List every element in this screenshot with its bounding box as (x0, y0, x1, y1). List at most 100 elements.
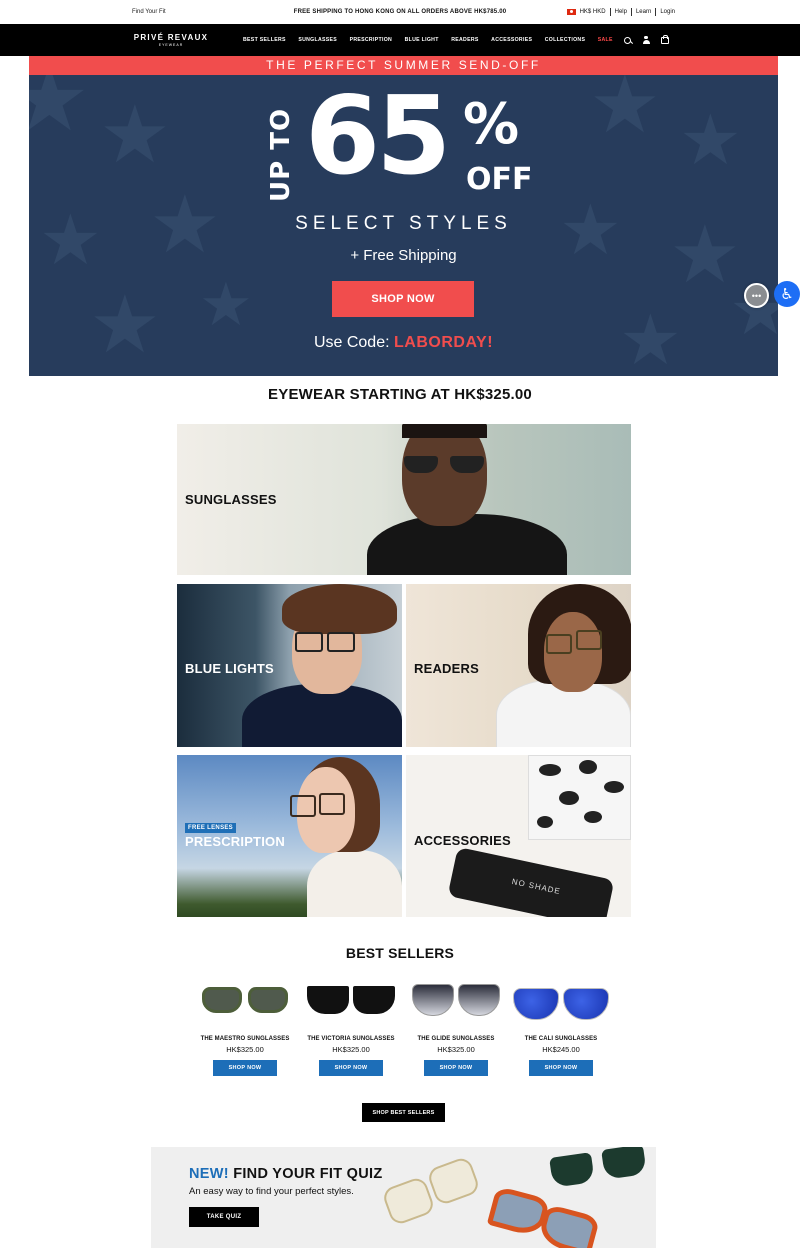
best-sellers-title: BEST SELLERS (345, 945, 455, 961)
nav-item-readers[interactable]: READERS (451, 37, 478, 43)
shop-now-button[interactable]: SHOP NOW (424, 1060, 488, 1076)
quiz-new-label: NEW! (189, 1166, 229, 1182)
divider (630, 8, 632, 16)
product-card[interactable]: THE VICTORIA SUNGLASSES HK$325.00 SHOP N… (301, 982, 401, 1076)
divider (609, 8, 611, 16)
shipping-promo: FREE SHIPPING TO HONG KONG ON ALL ORDERS… (293, 9, 507, 15)
product-name: THE MAESTRO SUNGLASSES (200, 1036, 290, 1042)
category-label: ACCESSORIES (414, 833, 511, 848)
category-accessories-tile[interactable]: NO SHADE ACCESSORIES (406, 755, 631, 917)
quiz-description: An easy way to find your perfect styles. (189, 1186, 354, 1197)
nav-item-blue-light[interactable]: BLUE LIGHT (405, 37, 439, 43)
utility-links: HK$ HKD Help Learn Login (566, 8, 675, 16)
product-image (195, 982, 295, 1036)
currency-selector[interactable]: HK$ HKD (580, 9, 606, 15)
help-link[interactable]: Help (615, 9, 627, 15)
user-icon[interactable] (642, 36, 650, 44)
promo-code-value: LABORDAY! (394, 334, 494, 351)
star-decoration: ★ (199, 271, 253, 338)
hero-percent: 65 (305, 75, 451, 199)
utility-bar: Find Your Fit FREE SHIPPING TO HONG KONG… (0, 0, 800, 24)
chat-icon[interactable]: ••• (744, 283, 769, 308)
hero-off: OFF (466, 162, 533, 197)
glasses-image (327, 632, 355, 652)
tortoise-sunglasses-image (486, 1185, 611, 1248)
product-price: HK$325.00 (332, 1045, 370, 1054)
product-price: HK$245.00 (542, 1045, 580, 1054)
star-decoration: ★ (679, 101, 742, 179)
category-label: BLUE LIGHTS (185, 661, 274, 676)
hero-promo-code: Use Code: LABORDAY! (29, 334, 778, 352)
nav-item-best-sellers[interactable]: BEST SELLERS (243, 37, 286, 43)
category-label: READERS (414, 661, 479, 676)
shop-now-button[interactable]: SHOP NOW (319, 1060, 383, 1076)
product-card[interactable]: THE CALI SUNGLASSES HK$245.00 SHOP NOW (511, 982, 611, 1076)
learn-link[interactable]: Learn (636, 9, 651, 15)
login-link[interactable]: Login (660, 9, 675, 15)
category-label: PRESCRIPTION (185, 834, 285, 849)
brand-logo[interactable]: PRIVÉ REVAUX EYEWEAR (132, 33, 210, 47)
case-brand-text: NO SHADE (511, 876, 562, 897)
sunglasses-image (404, 456, 438, 473)
product-name: THE VICTORIA SUNGLASSES (307, 1036, 395, 1042)
glasses-image (319, 793, 345, 815)
bag-icon[interactable] (661, 35, 669, 44)
nav-icons (624, 24, 669, 56)
shop-best-sellers-button[interactable]: SHOP BEST SELLERS (362, 1103, 445, 1122)
logo-text: PRIVÉ REVAUX (133, 33, 209, 42)
hero-select-styles: SELECT STYLES (295, 213, 512, 234)
glasses-image (290, 795, 316, 817)
hero-banner[interactable]: ★ ★ ★ ★ ★ ★ ★ ★ ★ ★ ★ ★ UP TO 65 % OFF S… (29, 75, 778, 376)
quiz-title-text: FIND YOUR FIT QUIZ (228, 1166, 383, 1182)
shop-now-button[interactable]: SHOP NOW (213, 1060, 277, 1076)
category-blue-lights-tile[interactable]: BLUE LIGHTS (177, 584, 402, 747)
take-quiz-button[interactable]: TAKE QUIZ (189, 1207, 259, 1227)
accessibility-icon[interactable]: ♿ (774, 281, 800, 307)
quiz-title: NEW! FIND YOUR FIT QUIZ (189, 1166, 383, 1182)
category-readers-tile[interactable]: READERS (406, 584, 631, 747)
fit-quiz-banner[interactable]: NEW! FIND YOUR FIT QUIZ An easy way to f… (151, 1147, 656, 1248)
model-face-image (402, 424, 487, 526)
model-hair-image (402, 424, 487, 438)
hero-shop-now-button[interactable]: SHOP NOW (332, 281, 474, 317)
product-name: THE GLIDE SUNGLASSES (417, 1036, 495, 1042)
product-card[interactable]: THE MAESTRO SUNGLASSES HK$325.00 SHOP NO… (195, 982, 295, 1076)
star-decoration: ★ (589, 75, 661, 149)
logo-subtext: EYEWEAR (158, 43, 184, 47)
model-shirt-image (367, 514, 567, 575)
nav-menu: BEST SELLERS SUNGLASSES PRESCRIPTION BLU… (243, 24, 613, 56)
nav-item-prescription[interactable]: PRESCRIPTION (350, 37, 393, 43)
hero-up-to: UP TO (266, 107, 296, 203)
divider (655, 8, 657, 16)
glasses-image (546, 634, 572, 654)
product-image (301, 982, 401, 1036)
nav-item-collections[interactable]: COLLECTIONS (545, 37, 585, 43)
hero-strip: THE PERFECT SUMMER SEND-OFF (29, 56, 778, 75)
eyewear-case-image: NO SHADE (447, 846, 615, 917)
green-sunglasses-image (549, 1147, 656, 1192)
hero-percent-sign: % (463, 92, 520, 157)
product-image (406, 982, 506, 1036)
nav-item-accessories[interactable]: ACCESSORIES (491, 37, 532, 43)
hong-kong-flag-icon (566, 9, 576, 15)
hero-free-shipping: + Free Shipping (350, 247, 457, 264)
free-lenses-badge: FREE LENSES (185, 823, 236, 833)
star-decoration: ★ (99, 90, 171, 179)
eyewear-starting-title: EYEWEAR STARTING AT HK$325.00 (268, 386, 532, 403)
glasses-image (295, 632, 323, 652)
star-decoration: ★ (29, 75, 90, 150)
nav-item-sunglasses[interactable]: SUNGLASSES (298, 37, 337, 43)
product-price: HK$325.00 (226, 1045, 264, 1054)
model-hair-image (282, 584, 397, 634)
star-decoration: ★ (89, 280, 161, 369)
search-icon[interactable] (624, 36, 631, 44)
category-prescription-tile[interactable]: FREE LENSES PRESCRIPTION (177, 755, 402, 917)
product-image (511, 982, 611, 1036)
product-price: HK$325.00 (437, 1045, 475, 1054)
clear-glasses-image (376, 1155, 486, 1247)
product-card[interactable]: THE GLIDE SUNGLASSES HK$325.00 SHOP NOW (406, 982, 506, 1076)
nav-item-sale[interactable]: SALE (598, 37, 613, 43)
category-sunglasses-tile[interactable]: SUNGLASSES (177, 424, 631, 575)
shop-now-button[interactable]: SHOP NOW (529, 1060, 593, 1076)
glasses-image (576, 630, 602, 650)
